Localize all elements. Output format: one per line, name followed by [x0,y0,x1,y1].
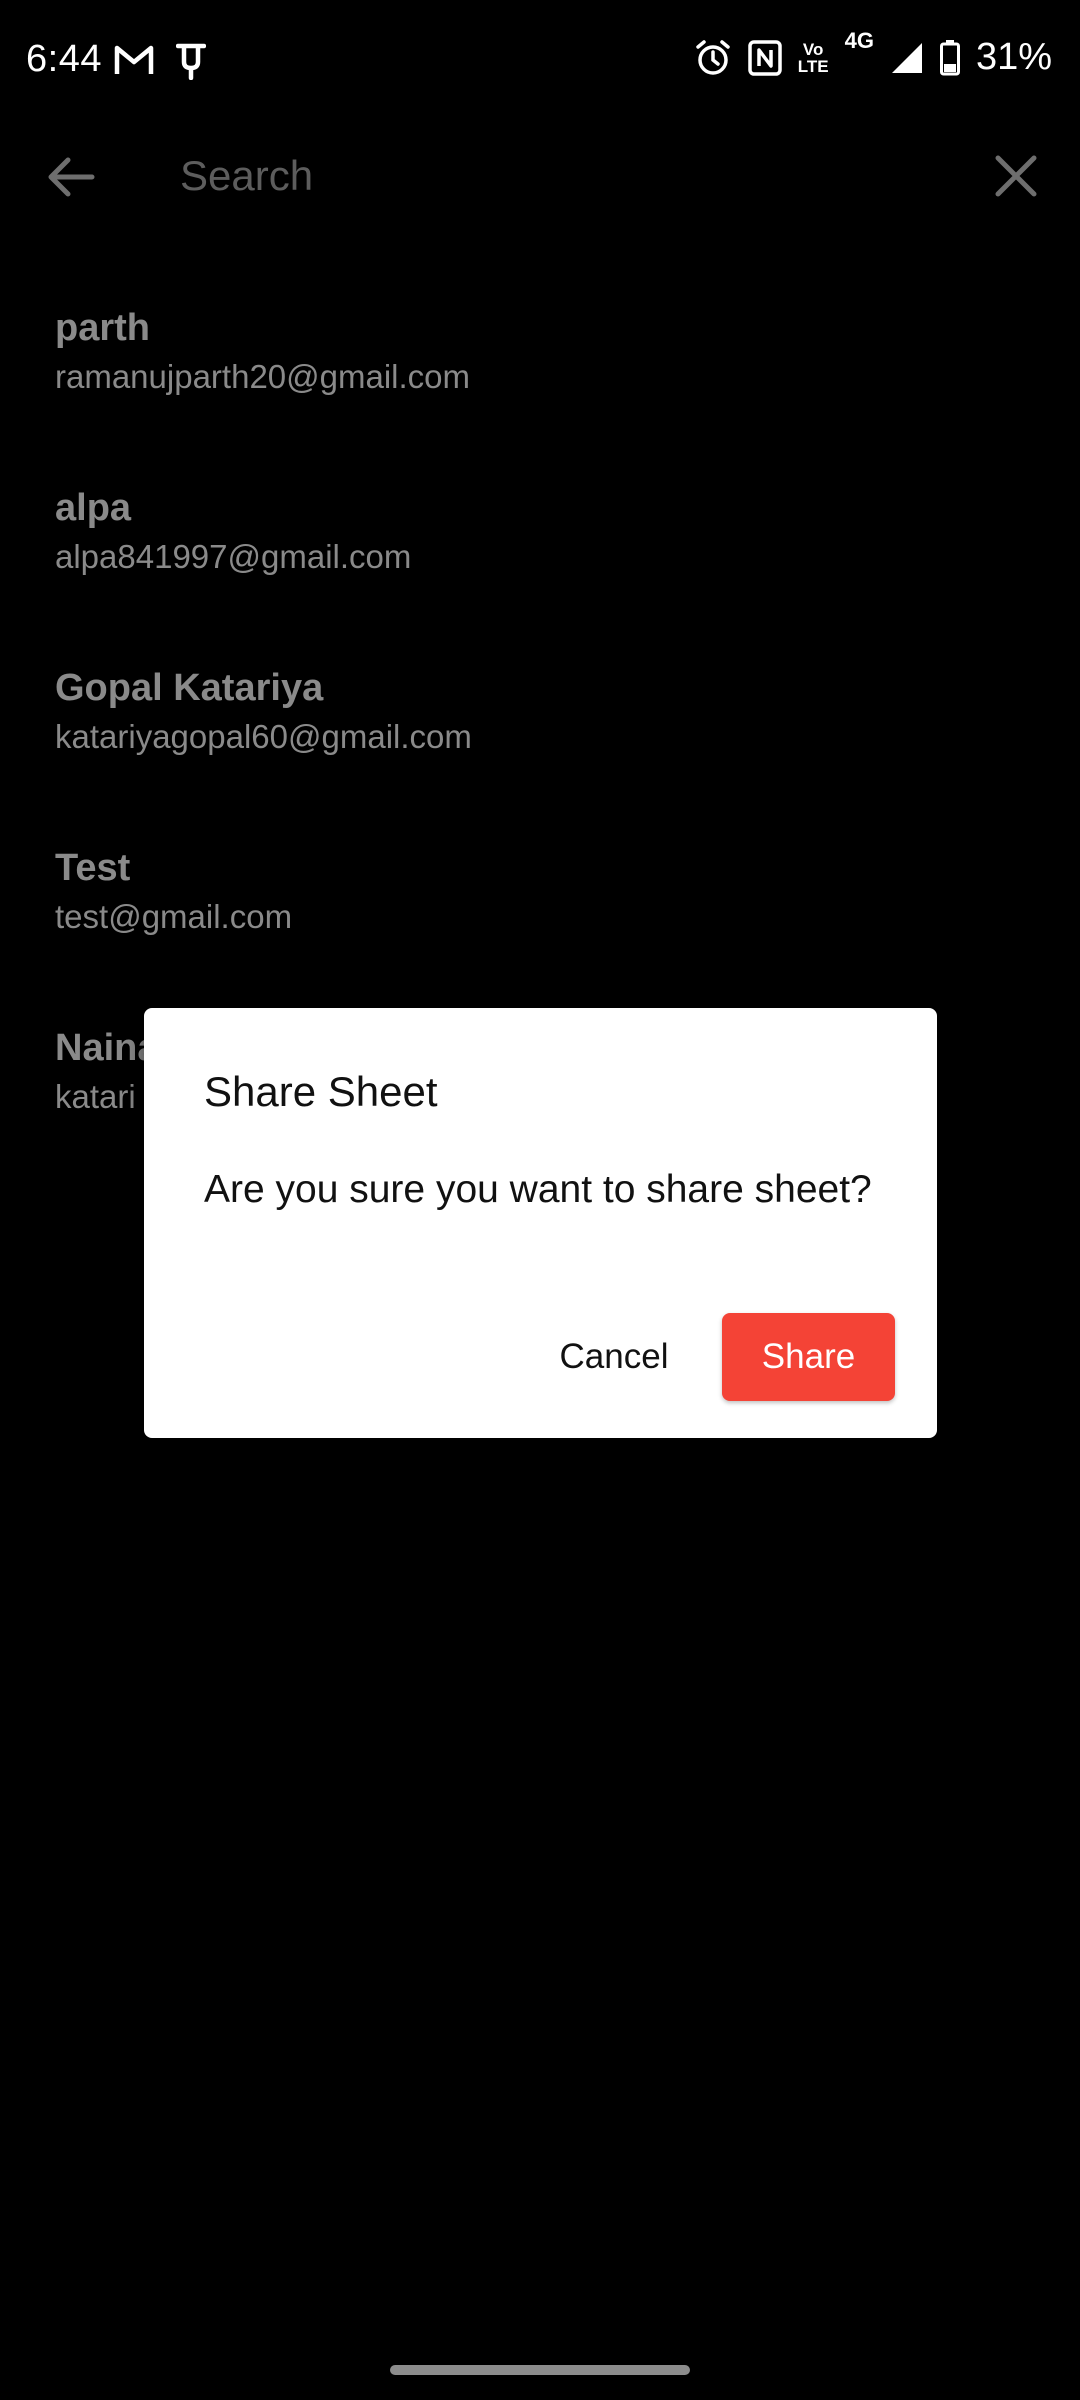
close-icon[interactable] [988,148,1044,204]
volte-icon: Vo LTE [798,41,829,75]
status-bar: 6:44 Vo LTE 4G 31% [0,0,1080,126]
back-arrow-icon[interactable] [44,150,98,204]
cancel-button[interactable]: Cancel [544,1313,684,1401]
search-bar [0,126,1080,226]
contact-item[interactable]: alpa alpa841997@gmail.com [0,470,1080,650]
gmail-icon [114,45,154,74]
contact-email: alpa841997@gmail.com [55,538,412,575]
4g-icon: 4G [844,28,874,53]
nfc-icon [747,39,782,76]
gesture-nav-bar[interactable] [390,2365,690,2375]
status-left-icons [114,40,206,80]
screen: 6:44 Vo LTE 4G 31% Search parth ramanujp… [0,0,1080,2400]
contact-item[interactable]: parth ramanujparth20@gmail.com [0,290,1080,470]
contact-item[interactable]: Test test@gmail.com [0,830,1080,1010]
share-sheet-dialog: Share Sheet Are you sure you want to sha… [144,1008,937,1438]
status-time: 6:44 [26,38,102,80]
contact-name: parth [55,307,150,349]
contact-email: ramanujparth20@gmail.com [55,358,471,395]
search-input[interactable] [180,144,960,208]
signal-icon [891,42,922,73]
phonepe-icon [176,43,206,80]
contact-email: test@gmail.com [55,898,293,935]
contact-item[interactable]: Gopal Katariya katariyagopal60@gmail.com [0,650,1080,830]
share-button[interactable]: Share [722,1313,895,1401]
contact-name: alpa [55,487,132,529]
alarm-icon [695,39,730,75]
status-right-icons: Vo LTE 4G 31% [694,30,1052,79]
battery-icon [939,39,960,75]
contact-name: Gopal Katariya [55,667,324,709]
battery-percent: 31% [975,36,1052,78]
contact-name: Test [55,847,131,889]
dialog-title: Share Sheet [204,1068,438,1115]
dialog-message: Are you sure you want to share sheet? [204,1168,872,1211]
volte-top-label: Vo [802,39,824,59]
volte-bottom-label: LTE [797,56,829,76]
contact-email: katariyagopal60@gmail.com [55,718,472,755]
